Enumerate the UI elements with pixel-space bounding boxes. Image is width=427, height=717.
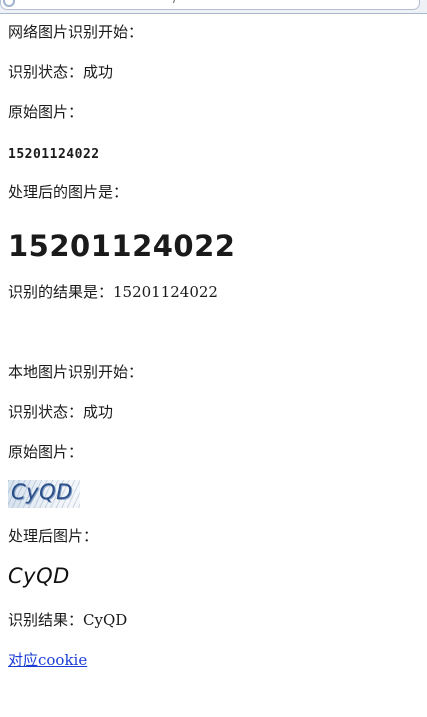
local-status-text: 识别状态：成功 (8, 403, 114, 421)
local-original-label: 原始图片： (8, 443, 84, 461)
network-result-text: 识别的结果是：15201124022 (8, 283, 218, 301)
local-recognition-heading: 本地图片识别开始： (8, 363, 144, 381)
local-result-text: 识别结果：CyQD (8, 611, 128, 629)
network-original-label: 原始图片： (8, 103, 84, 121)
local-original-captcha-image: CyQD (8, 480, 80, 508)
local-processed-captcha-image: CyQD (8, 562, 80, 592)
network-original-image: 15201124022 (8, 147, 100, 162)
network-processed-image: 15201124022 (8, 229, 236, 263)
network-recognition-heading: 网络图片识别开始： (8, 23, 144, 41)
browser-toolbar: / (0, 0, 427, 14)
local-original-captcha-text: CyQD (11, 480, 73, 504)
network-processed-label: 处理后的图片是： (8, 183, 129, 201)
local-processed-label: 处理后图片： (8, 527, 99, 545)
network-status-text: 识别状态：成功 (8, 63, 114, 81)
cookie-link[interactable]: 对应cookie (8, 651, 87, 669)
address-bar[interactable]: / (0, 0, 420, 10)
page-icon (3, 0, 15, 7)
local-processed-captcha-text: CyQD (8, 564, 70, 588)
address-text: / (173, 0, 177, 5)
